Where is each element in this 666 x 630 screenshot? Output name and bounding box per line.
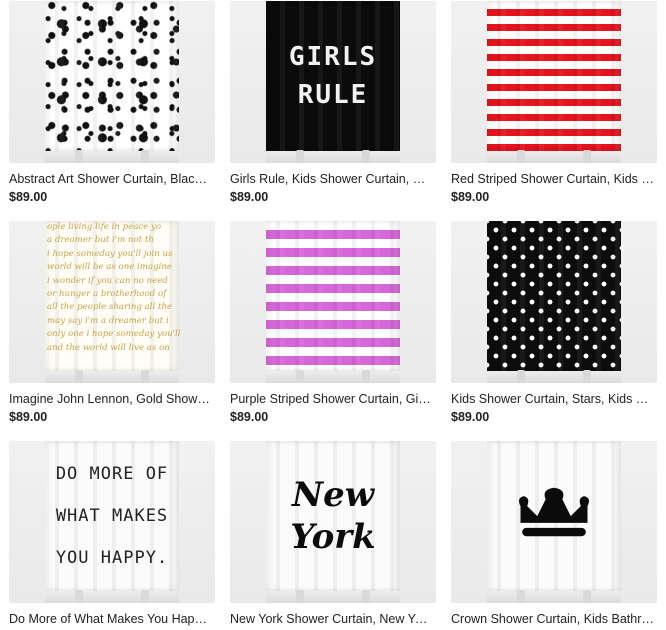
product-title[interactable]: New York Shower Curtain, New Yo… [230,611,433,627]
product-price: $89.00 [9,410,48,424]
product-image[interactable] [230,221,436,383]
curtain-art-text: DO MORE OF WHAT MAKES YOU HAPPY. [55,464,169,568]
product-title[interactable]: Abstract Art Shower Curtain, Blac… [9,171,212,187]
product-card[interactable]: Abstract Art Shower Curtain, Blac… $89.0… [9,1,215,206]
product-image[interactable] [451,221,657,383]
curtain-art-lyrics: ople living life in peace yo a dreamer bu… [47,222,181,353]
product-image[interactable] [9,1,215,163]
product-card[interactable]: Crown Shower Curtain, Kids Bathr… [451,441,657,627]
product-title[interactable]: Purple Striped Shower Curtain, Gi… [230,391,433,407]
product-price: $89.00 [451,190,490,204]
crown-icon [519,487,589,537]
product-title[interactable]: Crown Shower Curtain, Kids Bathr… [451,611,654,627]
product-card[interactable]: Red Striped Shower Curtain, Kids … $89.0… [451,1,657,206]
product-card[interactable]: Purple Striped Shower Curtain, Gi… $89.0… [230,221,436,426]
product-title[interactable]: Girls Rule, Kids Shower Curtain, G… [230,171,433,187]
product-price: $89.00 [230,410,269,424]
curtain-art-text: New York [290,475,376,557]
product-image[interactable] [451,1,657,163]
product-title[interactable]: Imagine John Lennon, Gold Show… [9,391,212,407]
product-image[interactable]: DO MORE OF WHAT MAKES YOU HAPPY. [9,441,215,603]
curtain-art-red-stripes [487,1,621,151]
curtain-art-purple-stripes [266,221,400,371]
curtain-art-text: GIRLS RULE [288,42,378,110]
product-card[interactable]: ople living life in peace yo a dreamer bu… [9,221,215,426]
product-title[interactable]: Do More of What Makes You Happ… [9,611,212,627]
product-image[interactable]: New York [230,441,436,603]
product-title[interactable]: Kids Shower Curtain, Stars, Kids B… [451,391,654,407]
curtain-art-splatter [45,1,179,151]
product-image[interactable] [451,441,657,603]
product-card[interactable]: GIRLS RULE Girls Rule, Kids Shower Curtai… [230,1,436,206]
product-card[interactable]: DO MORE OF WHAT MAKES YOU HAPPY. Do More o… [9,441,215,627]
curtain-art-stars [487,221,621,371]
product-price: $89.00 [230,190,269,204]
product-card[interactable]: New York New York Shower Curtain, New Yo… [230,441,436,627]
product-card[interactable]: Kids Shower Curtain, Stars, Kids B… $89.… [451,221,657,426]
product-image[interactable]: GIRLS RULE [230,1,436,163]
product-image[interactable]: ople living life in peace yo a dreamer bu… [9,221,215,383]
product-title[interactable]: Red Striped Shower Curtain, Kids … [451,171,654,187]
product-price: $89.00 [9,190,48,204]
product-grid: Abstract Art Shower Curtain, Blac… $89.0… [0,0,666,630]
product-price: $89.00 [451,410,490,424]
